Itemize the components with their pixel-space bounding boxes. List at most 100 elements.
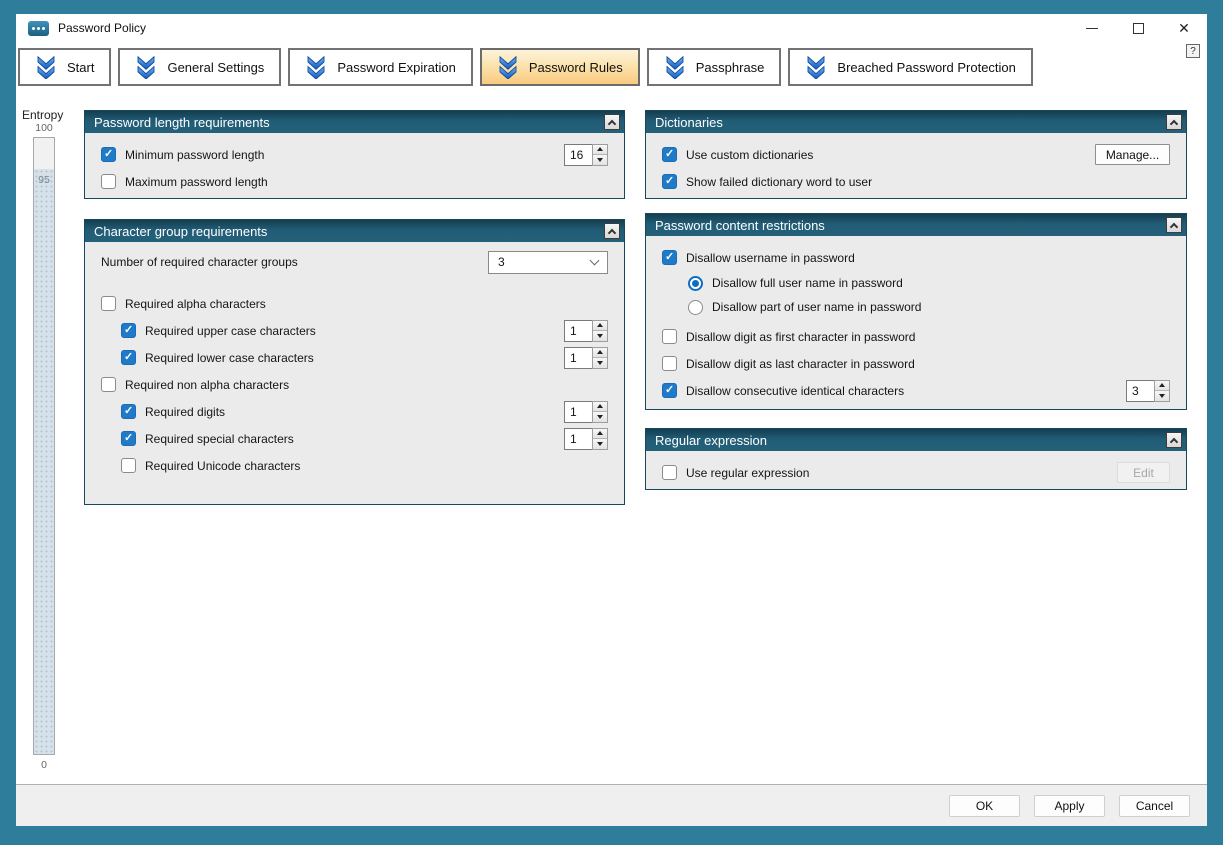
disallow-consecutive-identical-checkbox[interactable] — [662, 383, 677, 398]
arrow-up-icon — [597, 323, 603, 327]
spinner-value[interactable]: 1 — [564, 320, 592, 342]
dialog-footer: OK Apply Cancel — [16, 784, 1207, 826]
row-required-unicode-characters: Required Unicode characters — [85, 452, 624, 479]
arrow-up-icon — [597, 147, 603, 151]
collapse-button[interactable] — [1166, 114, 1182, 130]
tab-label: General Settings — [167, 60, 264, 75]
checkbox-label: Disallow digit as first character in pas… — [686, 330, 915, 344]
group-title: Regular expression — [655, 433, 1166, 448]
chevron-down-icon — [590, 256, 600, 266]
tab-general-settings[interactable]: General Settings — [118, 48, 281, 86]
group-title: Password length requirements — [94, 115, 604, 130]
minimum-password-length-spinner[interactable]: 16 — [564, 144, 608, 166]
digits-count-spinner[interactable]: 1 — [564, 401, 608, 423]
required-alpha-characters-checkbox[interactable] — [101, 296, 116, 311]
arrow-down-icon — [597, 334, 603, 338]
disallow-digit-last-checkbox[interactable] — [662, 356, 677, 371]
tab-breached-password-protection[interactable]: Breached Password Protection — [788, 48, 1032, 86]
tab-password-expiration[interactable]: Password Expiration — [288, 48, 473, 86]
apply-button[interactable]: Apply — [1034, 795, 1105, 817]
spinner-value[interactable]: 3 — [1126, 380, 1154, 402]
dropdown-value: 3 — [498, 255, 505, 269]
spinner-value[interactable]: 16 — [564, 144, 592, 166]
row-disallow-part-user-name: Disallow part of user name in password — [646, 295, 1186, 319]
spinner-up-button[interactable] — [593, 348, 607, 359]
disallow-username-checkbox[interactable] — [662, 250, 677, 265]
collapse-button[interactable] — [604, 223, 620, 239]
minimum-password-length-checkbox[interactable] — [101, 147, 116, 162]
tab-password-rules[interactable]: Password Rules — [480, 48, 640, 86]
group-character-group-requirements: Character group requirements Number of r… — [84, 219, 625, 505]
required-character-groups-dropdown[interactable]: 3 — [488, 251, 608, 274]
arrow-down-icon — [597, 361, 603, 365]
lower-case-count-spinner[interactable]: 1 — [564, 347, 608, 369]
spinner-value[interactable]: 1 — [564, 401, 592, 423]
disallow-digit-first-checkbox[interactable] — [662, 329, 677, 344]
entropy-current-value: 95 — [34, 174, 54, 186]
arrow-down-icon — [597, 442, 603, 446]
spinner-up-button[interactable] — [593, 145, 607, 156]
tab-passphrase[interactable]: Passphrase — [647, 48, 782, 86]
spinner-up-button[interactable] — [593, 402, 607, 413]
chevron-up-icon — [1170, 119, 1178, 127]
cancel-button[interactable]: Cancel — [1119, 795, 1190, 817]
maximum-password-length-checkbox[interactable] — [101, 174, 116, 189]
spinner-value[interactable]: 1 — [564, 347, 592, 369]
spinner-down-button[interactable] — [593, 439, 607, 449]
row-required-non-alpha-characters: Required non alpha characters — [85, 371, 624, 398]
spinner-up-button[interactable] — [593, 321, 607, 332]
arrow-down-icon — [597, 158, 603, 162]
use-regular-expression-checkbox[interactable] — [662, 465, 677, 480]
double-chevron-down-icon — [135, 55, 157, 79]
spinner-up-button[interactable] — [593, 429, 607, 440]
required-non-alpha-checkbox[interactable] — [101, 377, 116, 392]
row-disallow-username: Disallow username in password — [646, 244, 1186, 271]
title-bar[interactable]: Password Policy ✕ — [16, 14, 1207, 42]
tab-start[interactable]: Start — [18, 48, 111, 86]
checkbox-label: Disallow digit as last character in pass… — [686, 357, 915, 371]
required-lower-case-checkbox[interactable] — [121, 350, 136, 365]
help-button[interactable]: ? — [1186, 44, 1200, 58]
manage-dictionaries-button[interactable]: Manage... — [1095, 144, 1170, 165]
row-required-lower-case-characters: Required lower case characters 1 — [85, 344, 624, 371]
show-failed-dictionary-word-checkbox[interactable] — [662, 174, 677, 189]
upper-case-count-spinner[interactable]: 1 — [564, 320, 608, 342]
spinner-down-button[interactable] — [593, 412, 607, 422]
collapse-button[interactable] — [604, 114, 620, 130]
tab-label: Passphrase — [696, 60, 765, 75]
required-upper-case-checkbox[interactable] — [121, 323, 136, 338]
minimize-button[interactable] — [1069, 14, 1115, 42]
collapse-button[interactable] — [1166, 217, 1182, 233]
tab-strip: Start General Settings Password Expirati… — [16, 42, 1207, 92]
maximize-button[interactable] — [1115, 14, 1161, 42]
close-button[interactable]: ✕ — [1161, 14, 1207, 42]
required-digits-checkbox[interactable] — [121, 404, 136, 419]
spinner-down-button[interactable] — [593, 155, 607, 165]
disallow-full-user-name-radio[interactable] — [688, 276, 703, 291]
checkbox-label: Required upper case characters — [145, 324, 316, 338]
required-special-characters-checkbox[interactable] — [121, 431, 136, 446]
row-use-regular-expression: Use regular expression Edit — [646, 459, 1186, 486]
group-header: Password content restrictions — [646, 214, 1186, 236]
radio-label: Disallow part of user name in password — [712, 300, 921, 314]
required-unicode-characters-checkbox[interactable] — [121, 458, 136, 473]
use-custom-dictionaries-checkbox[interactable] — [662, 147, 677, 162]
checkbox-label: Required alpha characters — [125, 297, 266, 311]
disallow-part-user-name-radio[interactable] — [688, 300, 703, 315]
spinner-down-button[interactable] — [1155, 391, 1169, 401]
special-characters-count-spinner[interactable]: 1 — [564, 428, 608, 450]
group-password-length-requirements: Password length requirements Minimum pas… — [84, 110, 625, 199]
spinner-down-button[interactable] — [593, 358, 607, 368]
consecutive-identical-count-spinner[interactable]: 3 — [1126, 380, 1170, 402]
collapse-button[interactable] — [1166, 432, 1182, 448]
chevron-up-icon — [608, 119, 616, 127]
arrow-down-icon — [597, 415, 603, 419]
checkbox-label: Required Unicode characters — [145, 459, 300, 473]
spinner-down-button[interactable] — [593, 331, 607, 341]
ok-button[interactable]: OK — [949, 795, 1020, 817]
entropy-max-value: 100 — [33, 122, 55, 134]
spinner-up-button[interactable] — [1155, 381, 1169, 392]
row-required-digits: Required digits 1 — [85, 398, 624, 425]
spinner-value[interactable]: 1 — [564, 428, 592, 450]
edit-regular-expression-button[interactable]: Edit — [1117, 462, 1170, 483]
